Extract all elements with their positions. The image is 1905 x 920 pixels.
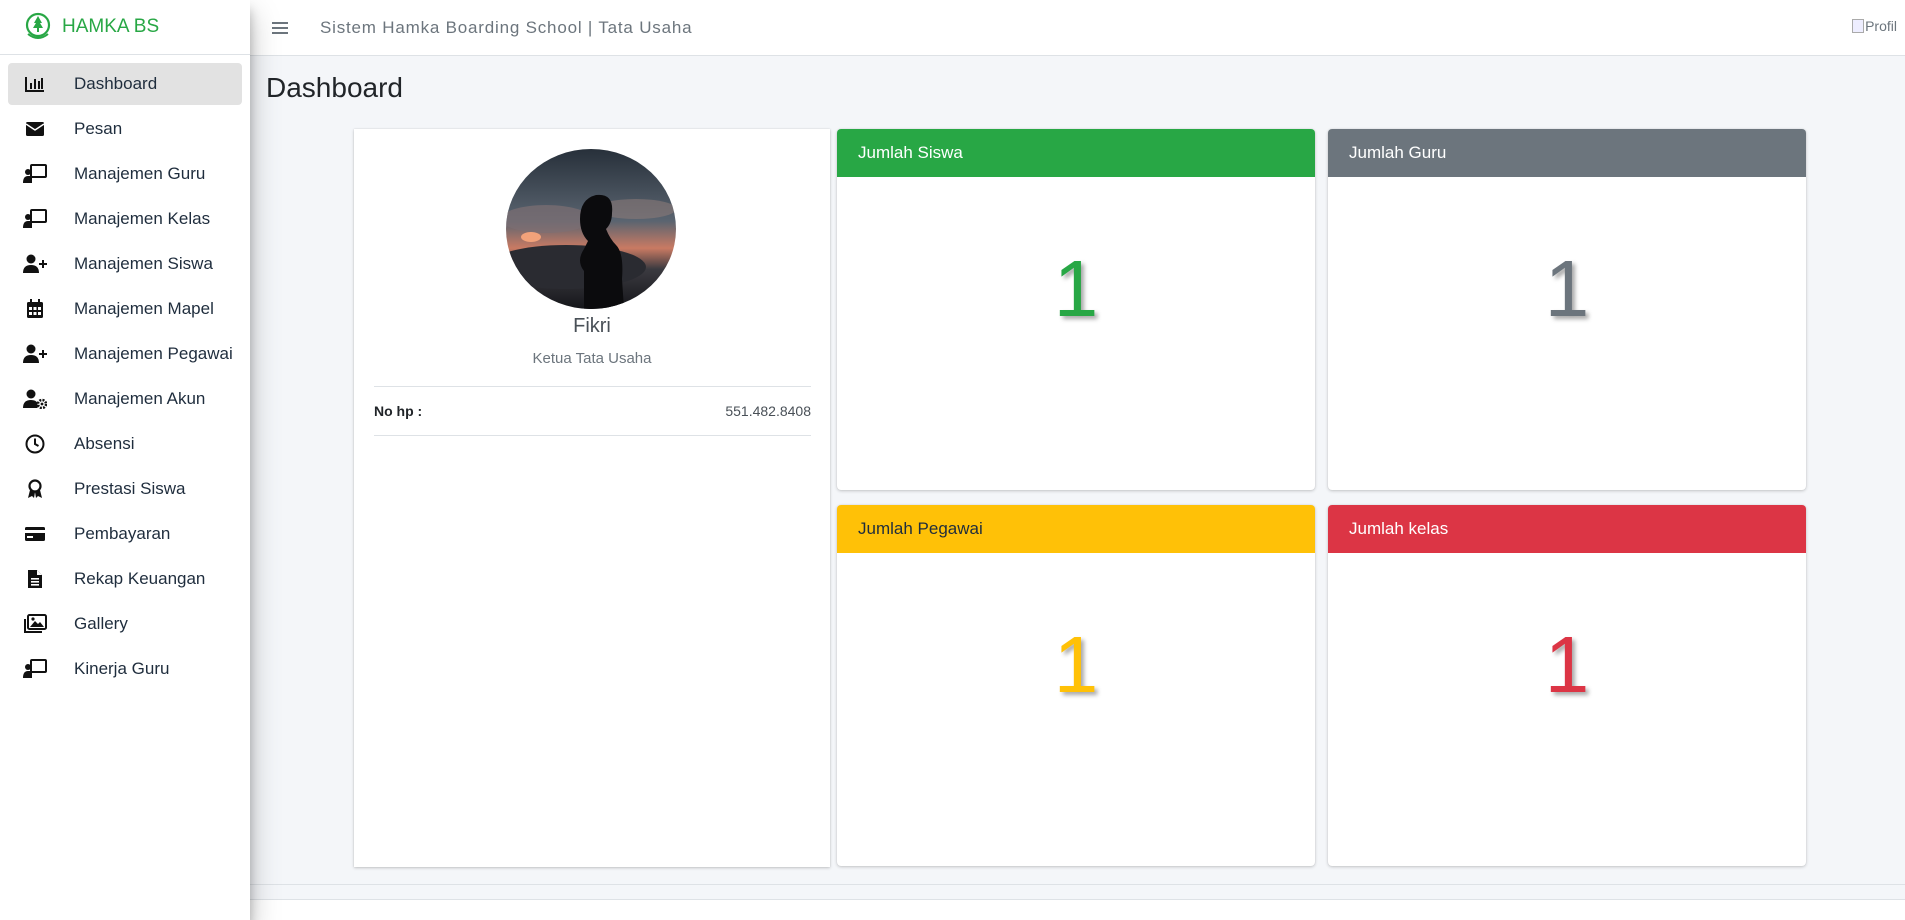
menu-toggle-icon[interactable] xyxy=(260,8,300,48)
page-title: Dashboard xyxy=(266,72,403,103)
chart-bar-icon xyxy=(23,72,47,96)
profile-card: Fikri Ketua Tata Usaha No hp : 551.482.8… xyxy=(354,129,830,867)
sidebar-item-label: Manajemen Akun xyxy=(74,389,206,408)
sidebar-item-manajemen-kelas[interactable]: Manajemen Kelas xyxy=(8,198,242,240)
sidebar: HAMKA BS Dashboard Pesan Manajemen Guru … xyxy=(0,0,250,920)
calendar-icon xyxy=(23,297,47,321)
sidebar-item-pesan[interactable]: Pesan xyxy=(8,108,242,150)
stat-card-header: Jumlah Guru xyxy=(1328,129,1806,177)
stat-card-jumlah-siswa: Jumlah Siswa 1 xyxy=(837,129,1315,490)
user-plus-icon xyxy=(23,252,47,276)
sidebar-item-label: Manajemen Pegawai xyxy=(74,344,233,363)
profile-name: Fikri xyxy=(573,315,611,337)
sidebar-item-manajemen-akun[interactable]: Manajemen Akun xyxy=(8,378,242,420)
brand-name: HAMKA BS xyxy=(62,16,160,37)
phone-label: No hp : xyxy=(374,403,423,419)
sidebar-item-label: Prestasi Siswa xyxy=(74,479,186,498)
phone-row: No hp : 551.482.8408 xyxy=(374,386,811,436)
sidebar-item-label: Manajemen Kelas xyxy=(74,209,211,228)
clock-icon xyxy=(23,432,47,456)
award-icon xyxy=(23,477,47,501)
sidebar-item-label: Manajemen Siswa xyxy=(74,254,213,273)
sidebar-item-prestasi-siswa[interactable]: Prestasi Siswa xyxy=(8,468,242,510)
sidebar-item-manajemen-mapel[interactable]: Manajemen Mapel xyxy=(8,288,242,330)
sidebar-item-label: Manajemen Guru xyxy=(74,164,206,183)
sidebar-item-label: Kinerja Guru xyxy=(74,659,170,678)
stat-card-jumlah-pegawai: Jumlah Pegawai 1 xyxy=(837,505,1315,866)
sidebar-item-label: Pembayaran xyxy=(74,524,171,543)
sidebar-item-rekap-keuangan[interactable]: Rekap Keuangan xyxy=(8,558,242,600)
top-navbar: Sistem Hamka Boarding School | Tata Usah… xyxy=(250,0,1905,56)
sidebar-item-kinerja-guru[interactable]: Kinerja Guru xyxy=(8,648,242,690)
stat-card-value: 1 xyxy=(1544,620,1590,709)
stat-card-jumlah-guru: Jumlah Guru 1 xyxy=(1328,129,1806,490)
sidebar-item-manajemen-pegawai[interactable]: Manajemen Pegawai xyxy=(8,333,242,375)
sidebar-item-label: Dashboard xyxy=(74,74,158,93)
stat-card-value: 1 xyxy=(1053,244,1099,333)
sidebar-item-label: Pesan xyxy=(74,119,123,138)
sidebar-item-label: Manajemen Mapel xyxy=(74,299,214,318)
brand[interactable]: HAMKA BS xyxy=(0,0,250,55)
school-logo-icon xyxy=(22,11,54,43)
avatar xyxy=(506,149,676,309)
sidebar-item-absensi[interactable]: Absensi xyxy=(8,423,242,465)
stat-card-header: Jumlah kelas xyxy=(1328,505,1806,553)
sidebar-item-manajemen-guru[interactable]: Manajemen Guru xyxy=(8,153,242,195)
phone-value: 551.482.8408 xyxy=(725,403,811,419)
sidebar-item-gallery[interactable]: Gallery xyxy=(8,603,242,645)
credit-card-icon xyxy=(23,522,47,546)
content-footer-divider xyxy=(250,884,1905,900)
stat-card-header: Jumlah Pegawai xyxy=(837,505,1315,553)
app-title: Sistem Hamka Boarding School | Tata Usah… xyxy=(320,17,693,37)
stat-card-header: Jumlah Siswa xyxy=(837,129,1315,177)
sidebar-item-label: Rekap Keuangan xyxy=(74,569,206,588)
chalkboard-teacher-icon xyxy=(23,207,47,231)
stat-card-value: 1 xyxy=(1544,244,1590,333)
stat-card-jumlah-kelas: Jumlah kelas 1 xyxy=(1328,505,1806,866)
profile-image[interactable]: Profil xyxy=(1852,18,1897,34)
sidebar-item-manajemen-siswa[interactable]: Manajemen Siswa xyxy=(8,243,242,285)
user-cog-icon xyxy=(23,387,47,411)
sidebar-item-pembayaran[interactable]: Pembayaran xyxy=(8,513,242,555)
envelope-icon xyxy=(23,117,47,141)
user-plus-icon xyxy=(23,342,47,366)
chalkboard-teacher-icon xyxy=(23,657,47,681)
images-icon xyxy=(23,612,47,636)
file-alt-icon xyxy=(23,567,47,591)
stat-card-value: 1 xyxy=(1053,620,1099,709)
sidebar-item-label: Absensi xyxy=(74,434,135,453)
footer xyxy=(250,900,1905,920)
sidebar-nav: Dashboard Pesan Manajemen Guru Manajemen… xyxy=(0,55,250,690)
broken-image-icon xyxy=(1852,19,1865,33)
sidebar-item-label: Gallery xyxy=(74,614,128,633)
profile-role: Ketua Tata Usaha xyxy=(532,350,652,367)
profile-image-alt: Profil xyxy=(1865,18,1897,34)
chalkboard-teacher-icon xyxy=(23,162,47,186)
sidebar-item-dashboard[interactable]: Dashboard xyxy=(8,63,242,105)
